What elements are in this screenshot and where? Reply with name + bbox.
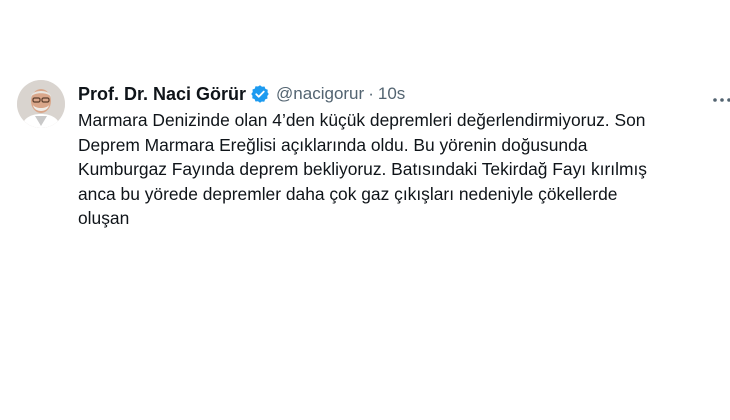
verified-badge-icon bbox=[250, 84, 270, 104]
avatar[interactable] bbox=[17, 80, 65, 128]
more-options-icon[interactable] bbox=[712, 90, 730, 102]
separator-dot: · bbox=[368, 84, 374, 103]
tweet-text: Marmara Denizinde olan 4’den küçük depre… bbox=[78, 110, 647, 228]
user-handle[interactable]: @nacigorur bbox=[276, 84, 364, 104]
avatar-image bbox=[17, 80, 65, 128]
tweet-card: Prof. Dr. Naci Görür @nacigorur · 10s Ma… bbox=[0, 0, 730, 420]
timestamp[interactable]: 10s bbox=[378, 84, 405, 104]
tweet-header: Prof. Dr. Naci Görür @nacigorur · 10s bbox=[78, 82, 405, 106]
display-name[interactable]: Prof. Dr. Naci Görür bbox=[78, 84, 246, 105]
